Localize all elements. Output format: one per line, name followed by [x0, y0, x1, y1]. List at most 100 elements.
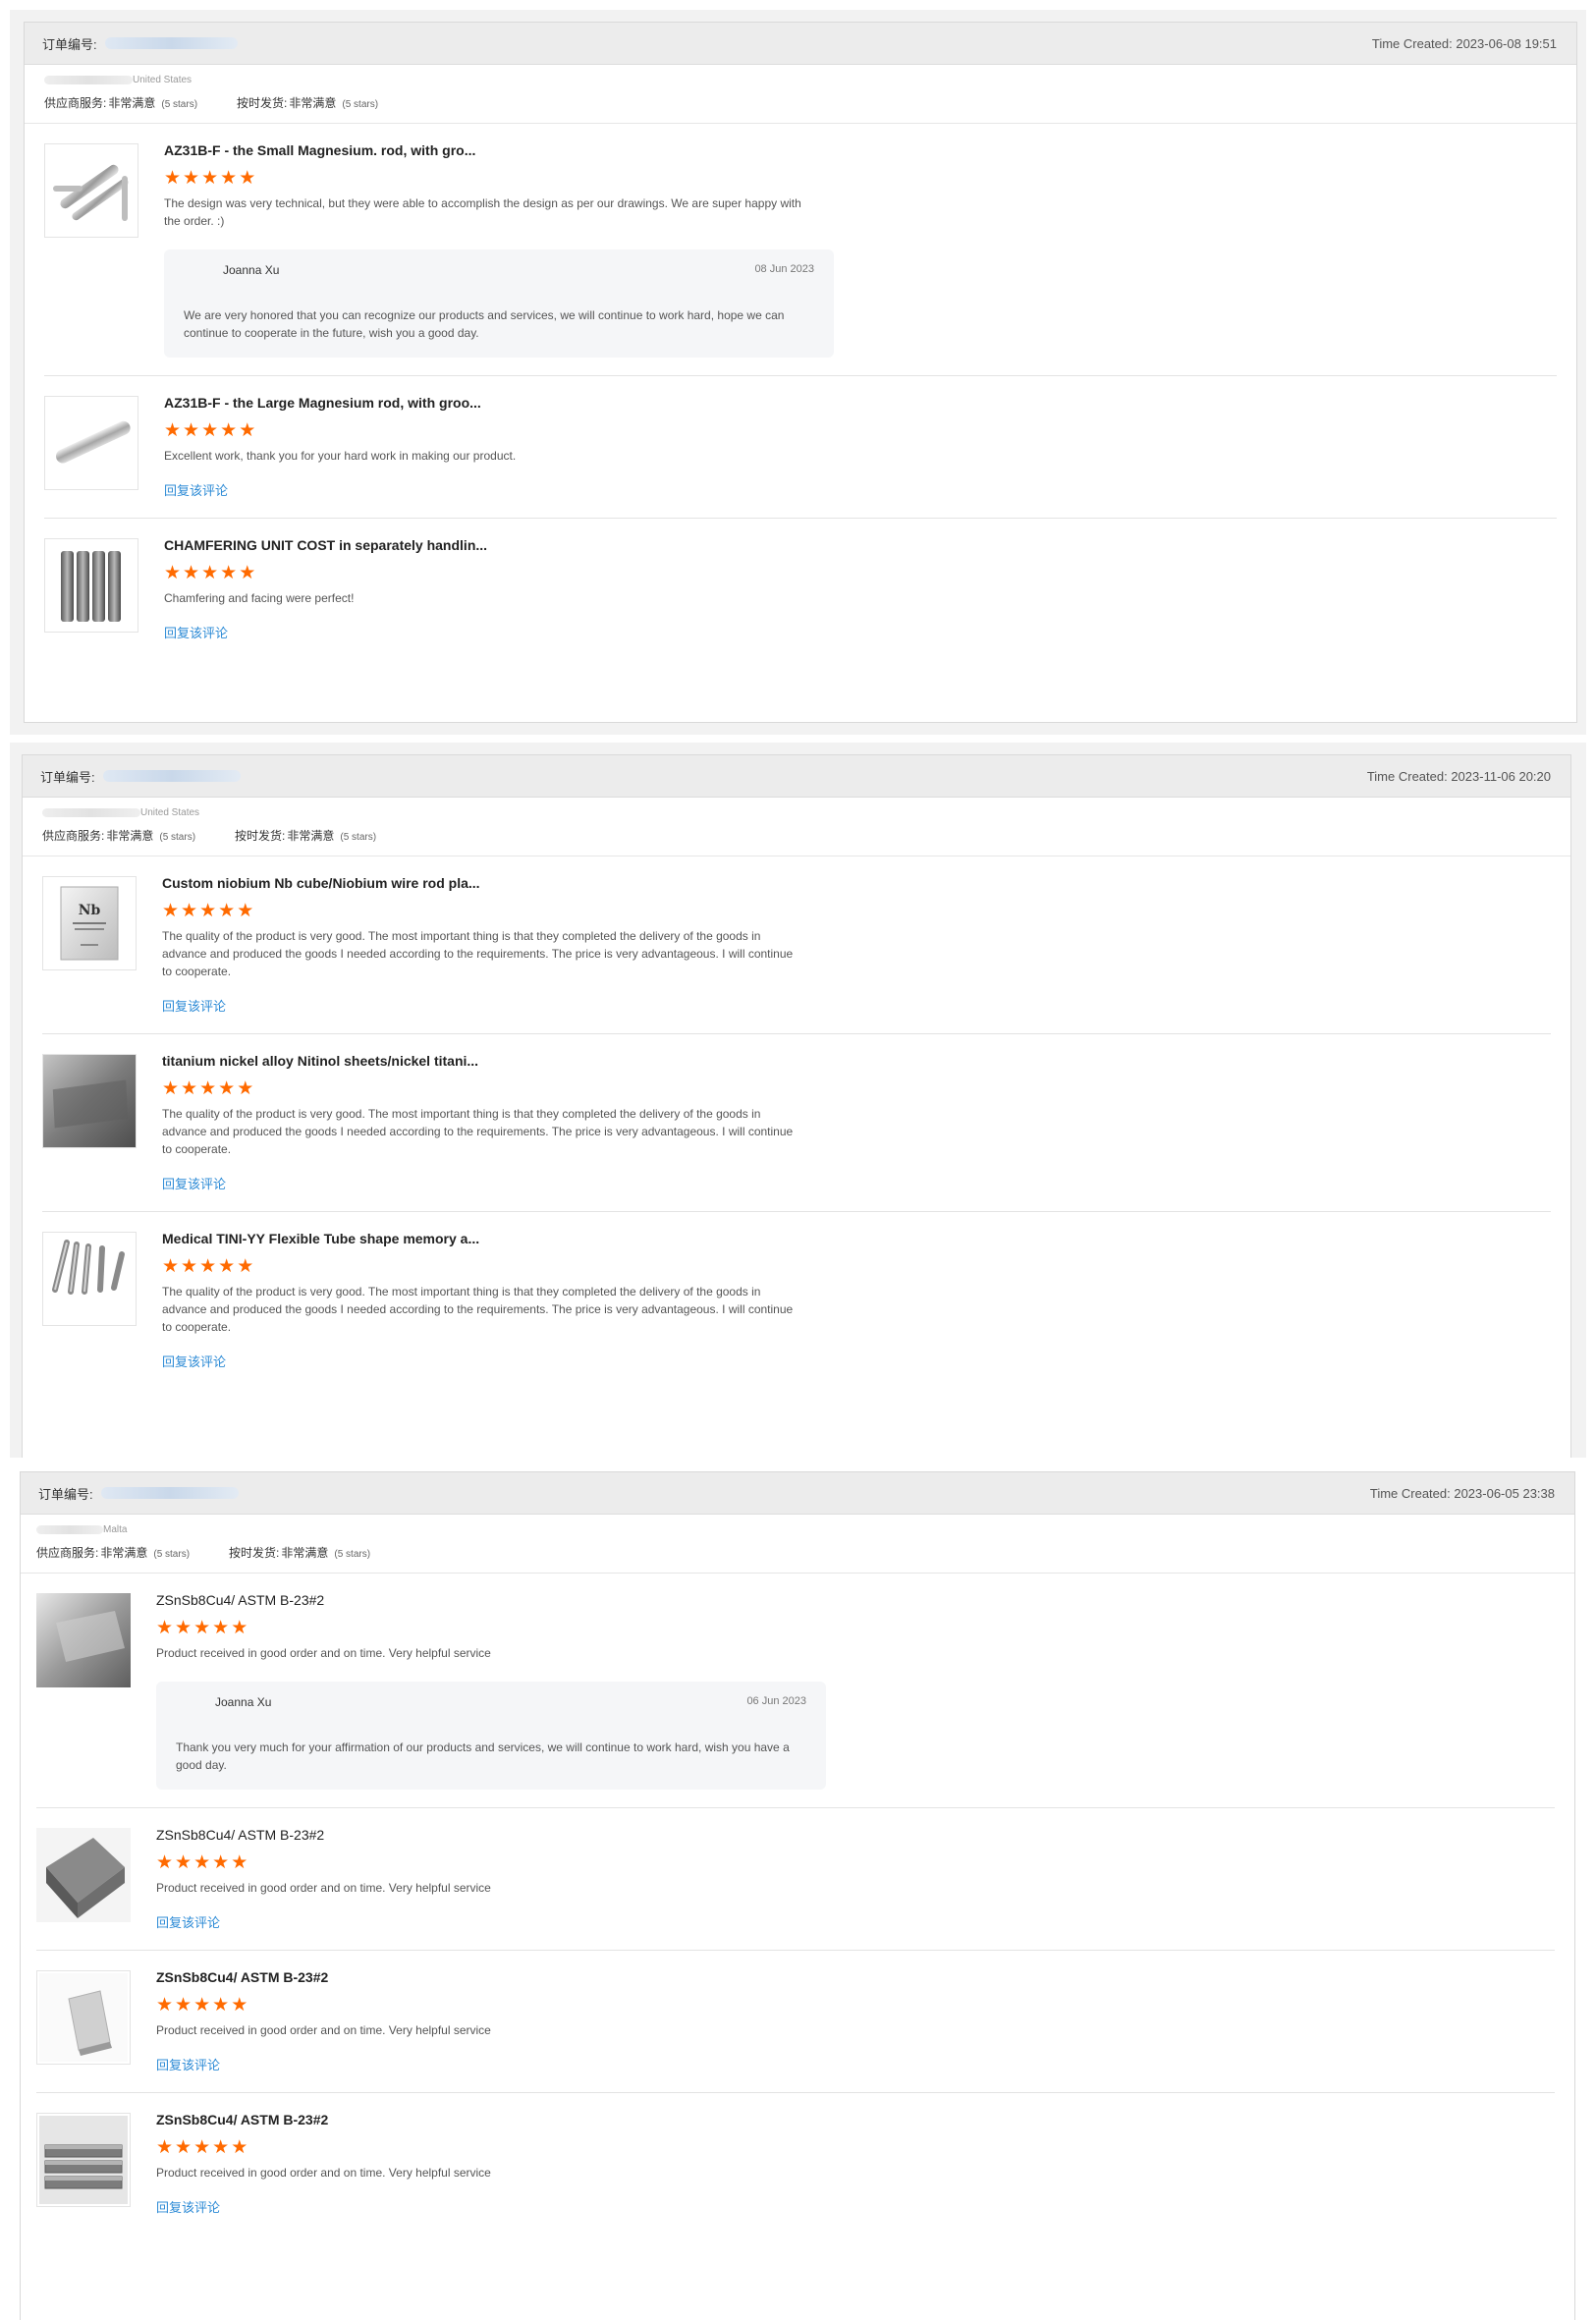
- review-item: Nb Custom niobium Nb cube/Niobium wire r…: [42, 856, 1551, 1034]
- time-created: Time Created: 2023-11-06 20:20: [1366, 768, 1551, 784]
- reply-review-link[interactable]: 回复该评论: [162, 1174, 226, 1192]
- review-text: Product received in good order and on ti…: [156, 1646, 491, 1660]
- star-icon: ★: [164, 168, 182, 189]
- star-icon: ★: [175, 1618, 193, 1638]
- review-text: The quality of the product is very good.…: [162, 1285, 794, 1334]
- star-icon: ★: [220, 563, 238, 583]
- reply-author: Joanna Xu: [215, 1695, 272, 1709]
- supplier-service-rating: 供应商服务: 非常满意 (5 stars): [42, 829, 196, 843]
- product-thumbnail[interactable]: [42, 1054, 137, 1148]
- reply-review-link[interactable]: 回复该评论: [156, 2197, 220, 2216]
- star-rating: ★ ★ ★ ★ ★: [164, 564, 1557, 583]
- product-thumbnail[interactable]: [44, 396, 138, 490]
- star-icon: ★: [175, 1995, 193, 2016]
- product-title[interactable]: ZSnSb8Cu4/ ASTM B-23#2: [156, 2111, 1555, 2128]
- product-title[interactable]: ZSnSb8Cu4/ ASTM B-23#2: [156, 1826, 1555, 1844]
- star-icon: ★: [199, 1078, 217, 1099]
- star-icon: ★: [193, 1618, 211, 1638]
- star-icon: ★: [239, 420, 256, 441]
- star-icon: ★: [183, 420, 200, 441]
- star-rating: ★ ★ ★ ★ ★: [164, 421, 1557, 441]
- star-icon: ★: [218, 901, 236, 921]
- product-thumbnail[interactable]: [36, 1828, 131, 1922]
- order-number-label: 订单编号:: [38, 1486, 93, 1502]
- supplier-service-rating: 供应商服务: 非常满意 (5 stars): [44, 96, 198, 110]
- product-title[interactable]: ZSnSb8Cu4/ ASTM B-23#2: [156, 1591, 1555, 1609]
- star-icon: ★: [201, 563, 219, 583]
- product-title[interactable]: AZ31B-F - the Small Magnesium. rod, with…: [164, 141, 1557, 159]
- order-number-label: 订单编号:: [40, 769, 95, 785]
- reply-review-link[interactable]: 回复该评论: [156, 1912, 220, 1931]
- star-icon: ★: [183, 168, 200, 189]
- reply-date: 08 Jun 2023: [754, 263, 814, 275]
- product-title[interactable]: AZ31B-F - the Large Magnesium rod, with …: [164, 394, 1557, 412]
- buyer-name-redacted: [44, 75, 133, 84]
- product-thumbnail[interactable]: [36, 1970, 131, 2065]
- star-icon: ★: [212, 2137, 230, 2158]
- star-icon: ★: [199, 901, 217, 921]
- review-text: The quality of the product is very good.…: [162, 1107, 794, 1156]
- product-thumbnail[interactable]: [42, 1232, 137, 1326]
- product-title[interactable]: Medical TINI-YY Flexible Tube shape memo…: [162, 1230, 1551, 1247]
- reply-review-link[interactable]: 回复该评论: [162, 996, 226, 1015]
- star-icon: ★: [237, 1078, 254, 1099]
- star-icon: ★: [239, 563, 256, 583]
- product-thumbnail[interactable]: [36, 2113, 131, 2207]
- star-icon: ★: [231, 1995, 248, 2016]
- star-icon: ★: [175, 2137, 193, 2158]
- star-icon: ★: [156, 2137, 174, 2158]
- reply-text: Thank you very much for your affirmation…: [176, 1740, 790, 1772]
- reply-review-link[interactable]: 回复该评论: [162, 1352, 226, 1370]
- reply-review-link[interactable]: 回复该评论: [156, 2055, 220, 2073]
- reply-author: Joanna Xu: [223, 263, 280, 277]
- reply-date: 06 Jun 2023: [746, 1695, 806, 1707]
- reply-review-link[interactable]: 回复该评论: [164, 480, 228, 499]
- product-title[interactable]: titanium nickel alloy Nitinol sheets/nic…: [162, 1052, 1551, 1070]
- star-icon: ★: [183, 563, 200, 583]
- star-icon: ★: [156, 1995, 174, 2016]
- review-item: AZ31B-F - the Large Magnesium rod, with …: [44, 376, 1557, 519]
- star-icon: ★: [201, 420, 219, 441]
- star-icon: ★: [156, 1852, 174, 1873]
- reply-text: We are very honored that you can recogni…: [184, 308, 785, 340]
- product-thumbnail[interactable]: Nb: [42, 876, 137, 970]
- star-icon: ★: [181, 1256, 198, 1277]
- review-item: ZSnSb8Cu4/ ASTM B-23#2 ★ ★ ★ ★ ★ Product rec…: [36, 1808, 1555, 1951]
- time-created: Time Created: 2023-06-05 23:38: [1369, 1485, 1555, 1501]
- star-rating: ★ ★ ★ ★ ★: [156, 1619, 1555, 1638]
- product-thumbnail[interactable]: [44, 538, 138, 633]
- review-item: CHAMFERING UNIT COST in separately handl…: [44, 519, 1557, 660]
- order-number-redacted: [104, 37, 238, 49]
- buyer-country: United States: [140, 806, 200, 818]
- order-card: 订单编号: Time Created: 2023-11-06 20:20 Uni…: [22, 754, 1571, 1458]
- star-rating: ★ ★ ★ ★ ★: [156, 1853, 1555, 1873]
- star-icon: ★: [220, 420, 238, 441]
- product-title[interactable]: ZSnSb8Cu4/ ASTM B-23#2: [156, 1968, 1555, 1986]
- product-title[interactable]: Custom niobium Nb cube/Niobium wire rod …: [162, 874, 1551, 892]
- star-icon: ★: [162, 901, 180, 921]
- star-icon: ★: [212, 1618, 230, 1638]
- buyer-country: United States: [133, 74, 193, 85]
- star-rating: ★ ★ ★ ★ ★: [156, 1996, 1555, 2016]
- star-rating: ★ ★ ★ ★ ★: [162, 902, 1551, 921]
- order-number-label: 订单编号:: [42, 36, 97, 52]
- order-card: 订单编号: Time Created: 2023-06-08 19:51 Uni…: [24, 22, 1577, 723]
- product-thumbnail[interactable]: [44, 143, 138, 238]
- product-thumbnail[interactable]: [36, 1593, 131, 1687]
- product-title[interactable]: CHAMFERING UNIT COST in separately handl…: [164, 536, 1557, 554]
- review-text: Chamfering and facing were perfect!: [164, 591, 355, 605]
- order-header: 订单编号: Time Created: 2023-11-06 20:20: [23, 755, 1570, 798]
- time-created: Time Created: 2023-06-08 19:51: [1371, 35, 1557, 51]
- buyer-country: Malta: [103, 1523, 128, 1535]
- star-icon: ★: [193, 1995, 211, 2016]
- review-item: titanium nickel alloy Nitinol sheets/nic…: [42, 1034, 1551, 1212]
- star-icon: ★: [231, 1618, 248, 1638]
- star-icon: ★: [193, 1852, 211, 1873]
- star-icon: ★: [193, 2137, 211, 2158]
- review-text: The quality of the product is very good.…: [162, 929, 794, 978]
- reply-review-link[interactable]: 回复该评论: [164, 623, 228, 641]
- star-icon: ★: [162, 1078, 180, 1099]
- star-icon: ★: [201, 168, 219, 189]
- star-icon: ★: [220, 168, 238, 189]
- on-time-rating: 按时发货: 非常满意 (5 stars): [237, 96, 379, 110]
